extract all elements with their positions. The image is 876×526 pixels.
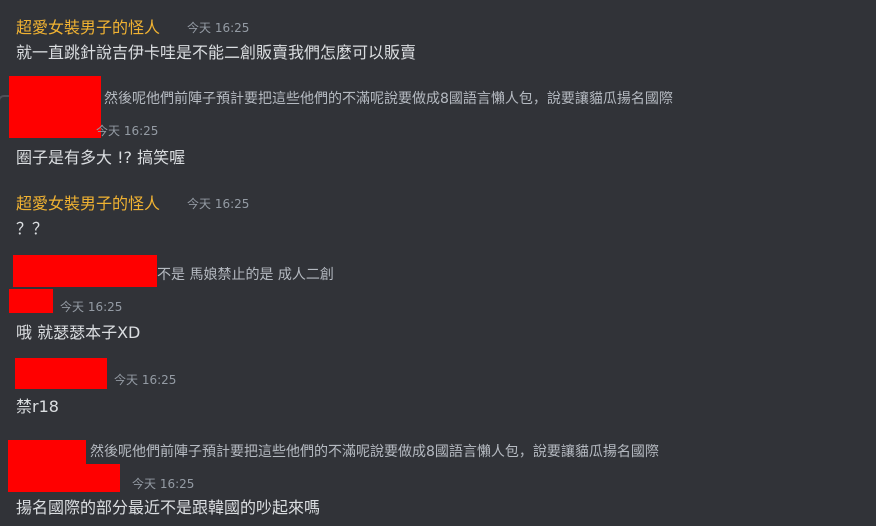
redacted-avatar-and-name [8, 440, 86, 492]
message-timestamp: 今天 16:25 [114, 373, 177, 387]
message-timestamp: 今天 16:25 [132, 477, 195, 491]
message-timestamp: 今天 16:25 [187, 21, 250, 35]
message-content: 就一直跳針說吉伊卡哇是不能二創販賣我們怎麼可以販賣 [16, 43, 417, 62]
reply-preview[interactable]: 然後呢他們前陣子預計要把這些他們的不滿呢說要做成8國語言懶人包，說要讓貓瓜揚名國… [104, 88, 673, 108]
redacted-avatar-and-name [9, 289, 53, 313]
message-timestamp: 今天 16:25 [60, 300, 123, 314]
redacted-author [15, 358, 107, 389]
message-content: 圈子是有多大 !? 搞笑喔 [16, 148, 186, 167]
message-content: 禁r18 [16, 397, 59, 416]
message-author[interactable]: 超愛女裝男子的怪人 [16, 190, 160, 214]
redacted-author [86, 464, 120, 492]
message-content: ？？ [16, 219, 49, 238]
redacted-avatar-and-name [9, 76, 101, 138]
message-author[interactable]: 超愛女裝男子的怪人 [16, 14, 160, 38]
message-content: 哦 就瑟瑟本子XD [16, 323, 141, 342]
redacted-reply-author [13, 255, 157, 287]
message-timestamp: 今天 16:25 [96, 124, 159, 138]
message-timestamp: 今天 16:25 [187, 197, 250, 211]
reply-preview[interactable]: 然後呢他們前陣子預計要把這些他們的不滿呢說要做成8國語言懶人包，說要讓貓瓜揚名國… [90, 441, 659, 461]
reply-preview[interactable]: 不是 馬娘禁止的是 成人二創 [157, 264, 334, 284]
message-content: 揚名國際的部分最近不是跟韓國的吵起來嗎 [16, 498, 321, 517]
